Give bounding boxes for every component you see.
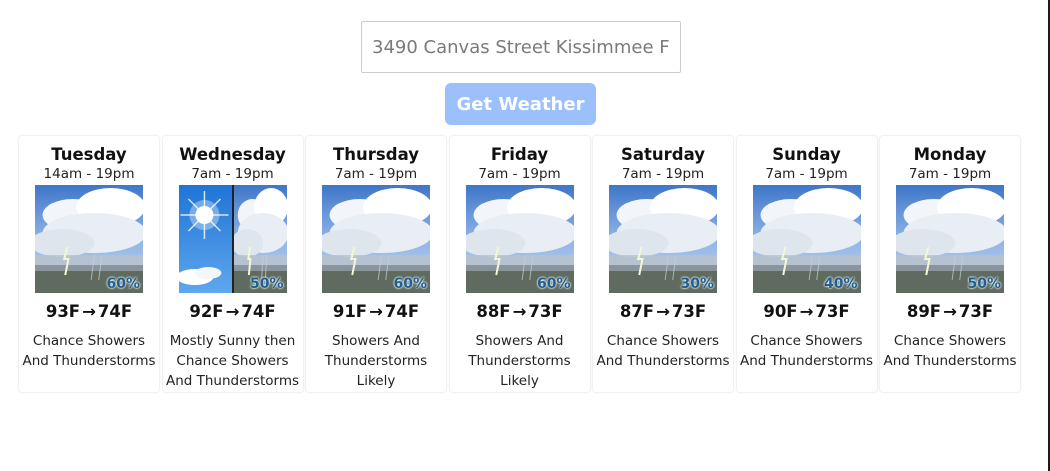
day-name: Saturday bbox=[621, 145, 705, 164]
time-range: 7am - 19pm bbox=[908, 166, 992, 182]
forecast-description: Showers And Thunderstorms Likely bbox=[324, 333, 428, 389]
forecast-description: Mostly Sunny then Chance Showers And Thu… bbox=[165, 333, 300, 389]
forecast-card: Saturday 7am - 19pm 30% 87F → 73F Chance S… bbox=[592, 135, 734, 393]
low-temp: 74F bbox=[97, 302, 133, 321]
forecast-description: Chance Showers And Thunderstorms bbox=[739, 333, 874, 369]
low-temp: 73F bbox=[671, 302, 707, 321]
chance-thunderstorms-icon: 50% bbox=[896, 185, 1004, 293]
high-temp: 91F bbox=[332, 302, 368, 321]
precip-chance: 50% bbox=[967, 276, 1001, 292]
precip-chance: 60% bbox=[536, 276, 571, 292]
low-temp: 73F bbox=[528, 302, 563, 321]
temperature-range: 91F → 74F bbox=[333, 302, 419, 322]
high-temp: 92F bbox=[189, 302, 224, 321]
time-range: 14am - 19pm bbox=[43, 166, 135, 182]
precip-chance: 60% bbox=[106, 276, 140, 292]
temperature-range: 89F → 73F bbox=[907, 302, 993, 322]
low-temp: 74F bbox=[384, 302, 420, 321]
temperature-range: 92F → 74F bbox=[189, 302, 275, 322]
forecast-card: Wednesday 7am - 19pm 50% 92F → 74F Mostl… bbox=[161, 135, 304, 393]
high-temp: 93F bbox=[45, 302, 81, 321]
temperature-range: 87F → 73F bbox=[620, 302, 706, 322]
forecast-card: Thursday 7am - 19pm 60% 91F → 74F Showers … bbox=[305, 135, 447, 393]
sunny-then-thunderstorms-icon: 50% bbox=[178, 185, 287, 293]
forecast-description: Chance Showers And Thunderstorms bbox=[883, 333, 1017, 369]
temperature-range: 90F → 73F bbox=[763, 302, 849, 322]
forecast-list: Tuesday 14am - 19pm 60% 93F → 74F Chance S… bbox=[18, 135, 1021, 393]
forecast-card: Friday 7am - 19pm 60% 88F → 73F Showers An… bbox=[448, 135, 591, 393]
high-temp: 89F bbox=[906, 302, 942, 321]
arrow-right-icon: → bbox=[512, 302, 527, 321]
high-temp: 87F bbox=[619, 302, 655, 321]
low-temp: 74F bbox=[241, 302, 276, 321]
temperature-range: 93F → 74F bbox=[46, 302, 132, 322]
high-temp: 88F bbox=[476, 302, 511, 321]
precip-chance: 40% bbox=[823, 276, 858, 292]
day-name: Tuesday bbox=[51, 145, 127, 164]
time-range: 7am - 19pm bbox=[191, 166, 274, 182]
arrow-right-icon: → bbox=[943, 302, 957, 321]
forecast-card: Monday 7am - 19pm 50% 89F → 73F Chance Sho… bbox=[879, 135, 1021, 393]
forecast-description: Showers And Thunderstorms Likely bbox=[468, 333, 571, 389]
low-temp: 73F bbox=[815, 302, 850, 321]
forecast-card: Tuesday 14am - 19pm 60% 93F → 74F Chance S… bbox=[18, 135, 160, 393]
day-name: Monday bbox=[913, 145, 987, 164]
time-range: 7am - 19pm bbox=[334, 166, 418, 182]
get-weather-button[interactable]: Get Weather bbox=[445, 83, 596, 125]
address-input[interactable] bbox=[361, 21, 681, 73]
forecast-card: Sunday 7am - 19pm 40% 90F → 73F Chance Sho… bbox=[735, 135, 878, 393]
day-name: Thursday bbox=[333, 145, 419, 164]
weather-page: Get Weather Tuesday 14am - 19pm 60% 93F→… bbox=[0, 0, 1050, 471]
arrow-right-icon: → bbox=[369, 302, 383, 321]
time-range: 7am - 19pm bbox=[621, 166, 705, 182]
high-temp: 90F bbox=[763, 302, 798, 321]
arrow-right-icon: → bbox=[82, 302, 96, 321]
low-temp: 73F bbox=[958, 302, 994, 321]
time-range: 7am - 19pm bbox=[765, 166, 848, 182]
forecast-description: Chance Showers And Thunderstorms bbox=[22, 333, 156, 369]
precip-chance: 50% bbox=[249, 276, 284, 292]
time-range: 7am - 19pm bbox=[478, 166, 561, 182]
arrow-right-icon: → bbox=[799, 302, 814, 321]
chance-thunderstorms-icon: 30% bbox=[609, 185, 717, 293]
temperature-range: 88F → 73F bbox=[476, 302, 562, 322]
day-name: Wednesday bbox=[179, 145, 286, 164]
chance-thunderstorms-icon: 40% bbox=[752, 185, 861, 293]
precip-chance: 60% bbox=[393, 276, 427, 292]
forecast-description: Chance Showers And Thunderstorms bbox=[596, 333, 730, 369]
day-name: Sunday bbox=[772, 145, 841, 164]
arrow-right-icon: → bbox=[225, 302, 240, 321]
thunderstorms-icon: 60% bbox=[465, 185, 574, 293]
thunderstorms-icon: 60% bbox=[322, 185, 430, 293]
precip-chance: 30% bbox=[680, 276, 714, 292]
chance-thunderstorms-icon: 60% bbox=[35, 185, 143, 293]
day-name: Friday bbox=[490, 145, 549, 164]
arrow-right-icon: → bbox=[656, 302, 670, 321]
